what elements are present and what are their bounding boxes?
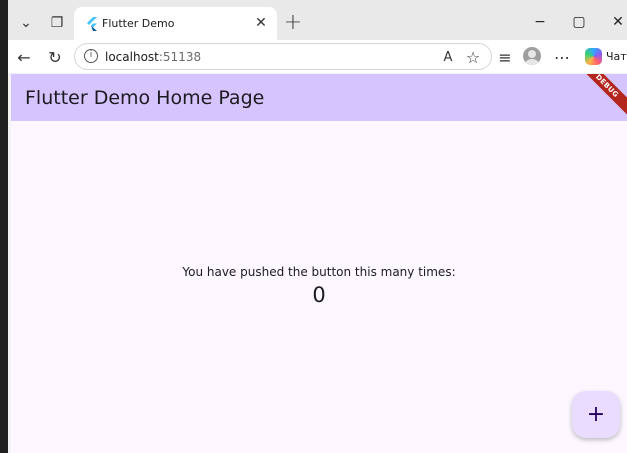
address-port: :51138	[158, 50, 202, 64]
counter-message: You have pushed the button this many tim…	[182, 265, 456, 279]
minimize-icon: −	[534, 14, 546, 30]
new-tab-button[interactable]: +	[280, 9, 306, 35]
address-url[interactable]: localhost:51138	[105, 50, 201, 64]
flutter-app-viewport: Flutter Demo Home Page DEBUG You have pu…	[11, 74, 627, 453]
info-icon[interactable]: i	[84, 49, 98, 63]
refresh-button[interactable]: ↻	[43, 45, 67, 69]
workspaces-button[interactable]: ❐	[43, 10, 71, 36]
minimize-button[interactable]: −	[522, 8, 558, 36]
favorites-button[interactable]: ≡	[493, 45, 517, 69]
refresh-icon: ↻	[48, 47, 62, 67]
close-window-button[interactable]: ✕	[600, 8, 627, 36]
read-aloud-icon: A	[443, 49, 453, 65]
back-button[interactable]: ←	[12, 45, 36, 69]
avatar-icon[interactable]	[523, 47, 541, 65]
increment-button[interactable]: +	[572, 391, 620, 438]
arrow-left-icon: ←	[17, 47, 31, 67]
favorites-list-icon: ≡	[498, 47, 512, 67]
address-bar[interactable]: i localhost:51138 A ☆	[74, 43, 492, 70]
close-window-icon: ✕	[612, 14, 624, 30]
copilot-label[interactable]: Чат	[606, 50, 627, 63]
app-bar: Flutter Demo Home Page	[11, 74, 627, 121]
copilot-icon[interactable]	[585, 48, 602, 65]
address-host: localhost	[105, 50, 159, 64]
browser-window: ⌄ ❐ Flutter Demo ✕ + − ▢ ✕ ← ↻ i localho…	[8, 0, 627, 453]
maximize-icon: ▢	[572, 14, 586, 30]
flutter-logo-icon	[87, 17, 97, 31]
tab-collections-icon: ❐	[50, 15, 64, 31]
favorite-button[interactable]: ☆	[463, 47, 483, 67]
tab-close-button[interactable]: ✕	[251, 13, 271, 33]
close-icon: ✕	[255, 15, 267, 31]
more-button[interactable]: ⋯	[550, 45, 574, 69]
read-aloud-button[interactable]: A	[438, 48, 458, 66]
plus-icon: +	[586, 402, 606, 427]
tab-strip: ⌄ ❐ Flutter Demo ✕ + − ▢ ✕	[8, 0, 627, 44]
tab-actions-button[interactable]: ⌄	[12, 10, 40, 36]
browser-toolbar: ← ↻ i localhost:51138 A ☆ ≡ ⋯ Чат	[8, 40, 627, 73]
star-icon: ☆	[465, 47, 481, 67]
maximize-button[interactable]: ▢	[561, 8, 597, 36]
plus-icon: +	[283, 9, 303, 35]
chevron-down-icon: ⌄	[20, 15, 32, 31]
more-dots-icon: ⋯	[554, 47, 570, 67]
tab-title: Flutter Demo	[102, 17, 175, 30]
counter-value: 0	[312, 283, 326, 307]
tab-flutter-demo[interactable]: Flutter Demo ✕	[74, 7, 277, 40]
page-title: Flutter Demo Home Page	[25, 87, 265, 109]
